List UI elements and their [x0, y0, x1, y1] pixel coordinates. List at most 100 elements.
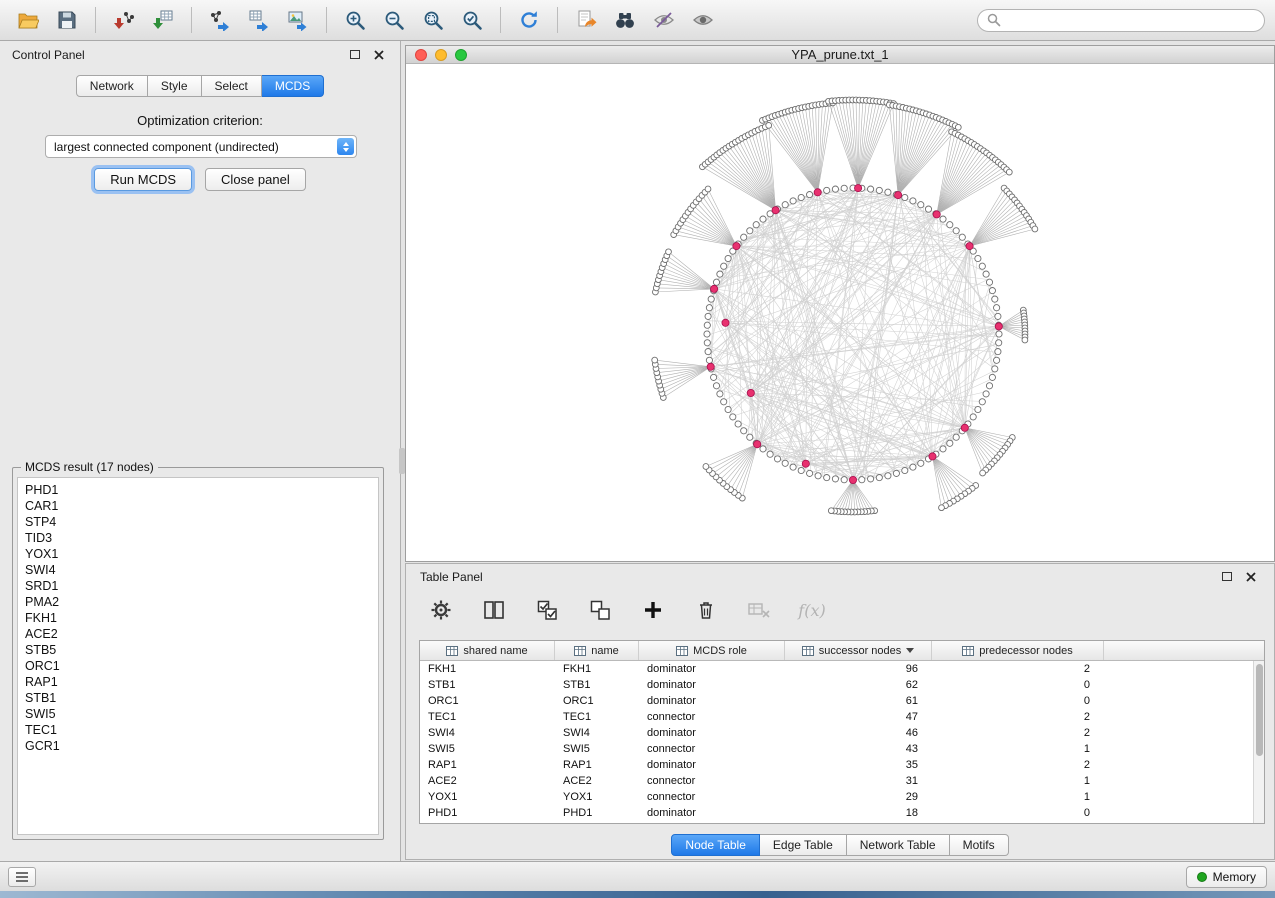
import-network-button[interactable] — [106, 4, 142, 36]
criterion-select[interactable]: largest connected component (undirected) — [45, 135, 357, 158]
deselect-all-button[interactable] — [587, 597, 613, 623]
export-image-button[interactable] — [280, 4, 316, 36]
share-document-button[interactable] — [568, 4, 604, 36]
search-input[interactable] — [1006, 13, 1255, 27]
cell-shared-name[interactable]: ORC1 — [420, 693, 555, 709]
table-row[interactable]: ACE2ACE2connector311 — [420, 773, 1253, 789]
cell-predecessor-nodes[interactable]: 1 — [932, 741, 1104, 757]
cell-predecessor-nodes[interactable]: 2 — [932, 661, 1104, 677]
zoom-selected-button[interactable] — [454, 4, 490, 36]
table-row[interactable]: SWI5SWI5connector431 — [420, 741, 1253, 757]
mcds-result-item[interactable]: PMA2 — [25, 594, 378, 610]
cell-shared-name[interactable]: FKH1 — [420, 661, 555, 677]
tab-select[interactable]: Select — [202, 75, 262, 97]
mcds-result-item[interactable]: STP4 — [25, 514, 378, 530]
memory-button[interactable]: Memory — [1186, 866, 1267, 888]
cell-mcds-role[interactable]: dominator — [639, 805, 785, 821]
cell-shared-name[interactable]: RAP1 — [420, 757, 555, 773]
delete-entry-button[interactable] — [693, 597, 719, 623]
table-row[interactable]: FKH1FKH1dominator962 — [420, 661, 1253, 677]
clear-values-button[interactable] — [746, 597, 772, 623]
cell-shared-name[interactable]: SWI5 — [420, 741, 555, 757]
cell-name[interactable]: YOX1 — [555, 789, 639, 805]
mcds-result-item[interactable]: FKH1 — [25, 610, 378, 626]
cell-predecessor-nodes[interactable]: 2 — [932, 709, 1104, 725]
mcds-result-item[interactable]: TID3 — [25, 530, 378, 546]
mcds-result-item[interactable]: SWI4 — [25, 562, 378, 578]
select-all-button[interactable] — [534, 597, 560, 623]
mcds-result-item[interactable]: STB1 — [25, 690, 378, 706]
cell-filler[interactable] — [1104, 805, 1253, 821]
cell-filler[interactable] — [1104, 773, 1253, 789]
table-scrollbar[interactable] — [1253, 661, 1264, 823]
export-network-button[interactable] — [202, 4, 238, 36]
cell-successor-nodes[interactable]: 43 — [785, 741, 932, 757]
cell-mcds-role[interactable]: connector — [639, 789, 785, 805]
mcds-result-item[interactable]: CAR1 — [25, 498, 378, 514]
cell-mcds-role[interactable]: dominator — [639, 725, 785, 741]
close-mcds-panel-button[interactable]: Close panel — [205, 168, 306, 191]
close-table-panel-button[interactable] — [1242, 569, 1260, 585]
hide-graphics-details-button[interactable] — [646, 4, 682, 36]
cell-successor-nodes[interactable]: 46 — [785, 725, 932, 741]
table-settings-button[interactable] — [428, 597, 454, 623]
search-box[interactable] — [977, 9, 1265, 32]
cell-successor-nodes[interactable]: 47 — [785, 709, 932, 725]
tab-node-table[interactable]: Node Table — [671, 834, 760, 856]
task-history-button[interactable] — [8, 867, 36, 887]
tab-motifs[interactable]: Motifs — [950, 834, 1009, 856]
network-canvas[interactable] — [406, 64, 1274, 561]
tab-network-table[interactable]: Network Table — [847, 834, 950, 856]
cell-mcds-role[interactable]: connector — [639, 709, 785, 725]
mcds-result-item[interactable]: GCR1 — [25, 738, 378, 754]
table-row[interactable]: TEC1TEC1connector472 — [420, 709, 1253, 725]
cell-successor-nodes[interactable]: 29 — [785, 789, 932, 805]
open-file-button[interactable] — [10, 4, 46, 36]
cell-name[interactable]: RAP1 — [555, 757, 639, 773]
cell-mcds-role[interactable]: connector — [639, 773, 785, 789]
column-header-predecessor-nodes[interactable]: predecessor nodes — [932, 641, 1104, 660]
table-row[interactable]: PHD1PHD1dominator180 — [420, 805, 1253, 821]
cell-name[interactable]: TEC1 — [555, 709, 639, 725]
refresh-button[interactable] — [511, 4, 547, 36]
cell-mcds-role[interactable]: connector — [639, 741, 785, 757]
cell-shared-name[interactable]: TEC1 — [420, 709, 555, 725]
cell-mcds-role[interactable]: dominator — [639, 757, 785, 773]
tab-mcds[interactable]: MCDS — [262, 75, 324, 97]
cell-successor-nodes[interactable]: 35 — [785, 757, 932, 773]
cell-predecessor-nodes[interactable]: 0 — [932, 693, 1104, 709]
add-entry-button[interactable] — [640, 597, 666, 623]
export-table-button[interactable] — [241, 4, 277, 36]
mcds-result-item[interactable]: ACE2 — [25, 626, 378, 642]
cell-name[interactable]: ORC1 — [555, 693, 639, 709]
table-row[interactable]: STB1STB1dominator620 — [420, 677, 1253, 693]
column-layout-button[interactable] — [481, 597, 507, 623]
mcds-result-item[interactable]: STB5 — [25, 642, 378, 658]
mcds-result-item[interactable]: SRD1 — [25, 578, 378, 594]
cell-successor-nodes[interactable]: 31 — [785, 773, 932, 789]
cell-successor-nodes[interactable]: 61 — [785, 693, 932, 709]
cell-predecessor-nodes[interactable]: 2 — [932, 757, 1104, 773]
cell-shared-name[interactable]: YOX1 — [420, 789, 555, 805]
scrollbar-thumb[interactable] — [1256, 664, 1263, 756]
mcds-result-list[interactable]: PHD1CAR1STP4TID3YOX1SWI4SRD1PMA2FKH1ACE2… — [17, 477, 379, 835]
mcds-result-item[interactable]: ORC1 — [25, 658, 378, 674]
tab-network[interactable]: Network — [76, 75, 148, 97]
mcds-result-item[interactable]: TEC1 — [25, 722, 378, 738]
table-row[interactable]: RAP1RAP1dominator352 — [420, 757, 1253, 773]
show-graphics-details-button[interactable] — [685, 4, 721, 36]
network-graph[interactable] — [406, 64, 1274, 561]
search-network-button[interactable] — [607, 4, 643, 36]
mcds-result-item[interactable]: RAP1 — [25, 674, 378, 690]
cell-shared-name[interactable]: ACE2 — [420, 773, 555, 789]
mcds-result-item[interactable]: SWI5 — [25, 706, 378, 722]
cell-filler[interactable] — [1104, 757, 1253, 773]
zoom-fit-button[interactable] — [415, 4, 451, 36]
import-table-button[interactable] — [145, 4, 181, 36]
cell-filler[interactable] — [1104, 741, 1253, 757]
network-window-titlebar[interactable]: YPA_prune.txt_1 — [406, 46, 1274, 64]
cell-name[interactable]: FKH1 — [555, 661, 639, 677]
tab-style[interactable]: Style — [148, 75, 202, 97]
cell-filler[interactable] — [1104, 693, 1253, 709]
column-header-shared-name[interactable]: shared name — [420, 641, 555, 660]
